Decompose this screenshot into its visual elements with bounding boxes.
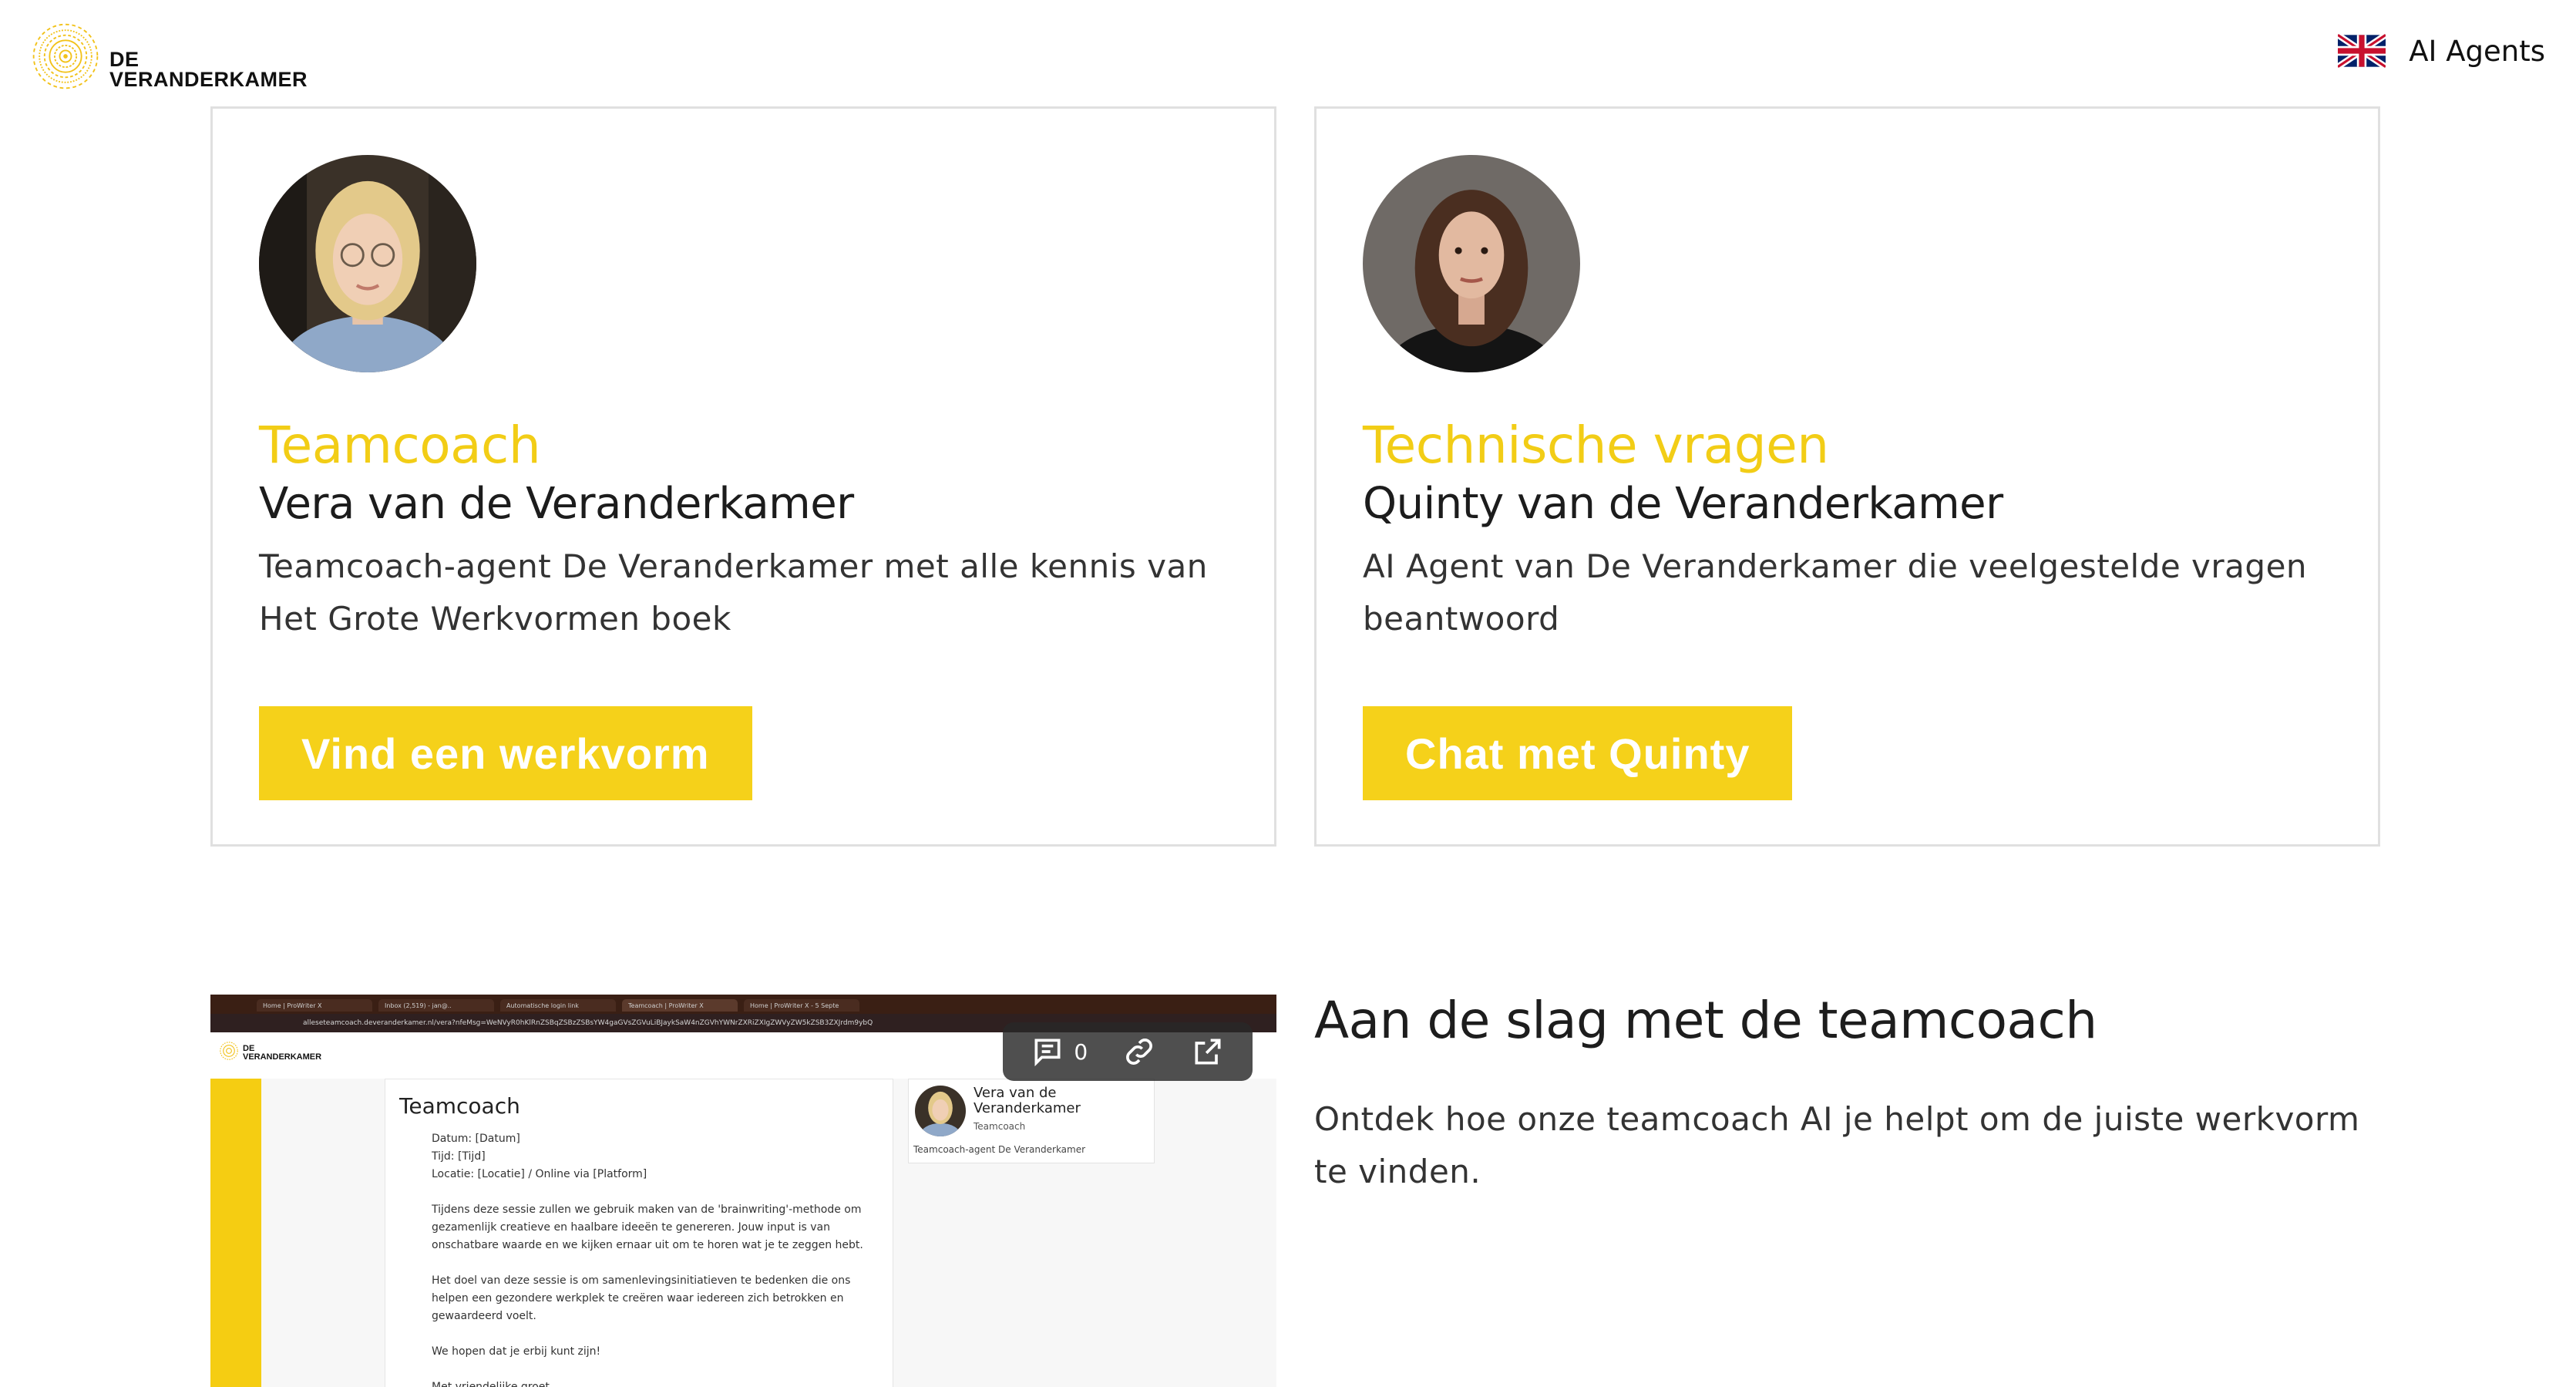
link-icon: [1125, 1039, 1152, 1065]
video-tab: Teamcoach | ProWriter X: [622, 999, 738, 1012]
video-document: Teamcoach Datum: [Datum] Tijd: [Tijd] Lo…: [385, 1079, 893, 1387]
video-toolbar: 0: [1003, 1022, 1253, 1081]
chat-quinty-button[interactable]: Chat met Quinty: [1363, 706, 1793, 800]
card-agent-name: Quinty van de Veranderkamer: [1363, 479, 2003, 529]
copy-link-button[interactable]: [1122, 1035, 1156, 1069]
card-agent-name: Vera van de Veranderkamer: [259, 479, 854, 529]
comment-count: 0: [1074, 1039, 1088, 1065]
logo-text: DE VERANDERKAMER: [109, 49, 308, 93]
nav-ai-agents[interactable]: AI Agents: [2409, 35, 2545, 68]
video-url: alleseteamcoach.deveranderkamer.nl/vera?…: [303, 1019, 873, 1027]
video-agent-role: Teamcoach: [974, 1121, 1026, 1132]
card-role: Technische vragen: [1363, 416, 1829, 475]
video-logo-text: DE VERANDERKAMER: [243, 1044, 322, 1062]
video-sidebar: [210, 1079, 261, 1387]
top-nav: AI Agents: [2338, 34, 2545, 68]
logo[interactable]: DE VERANDERKAMER: [29, 20, 308, 93]
video-tab: Inbox (2,519) - jan@..: [378, 999, 494, 1012]
video-tab: Home | ProWriter X: [257, 999, 372, 1012]
open-external-icon: [1195, 1039, 1221, 1065]
avatar-vera: [259, 155, 476, 372]
logo-sun-icon: [32, 23, 99, 89]
video-agent-avatar: [915, 1086, 966, 1136]
video-frame: DE VERANDERKAMER Teamcoach Datum: [Datum…: [210, 1032, 1276, 1387]
video-tab: Automatische login link: [500, 999, 616, 1012]
agent-card-technische-vragen: Technische vragen Quinty van de Verander…: [1314, 106, 2380, 847]
section-description: Ontdek hoe onze teamcoach AI je helpt om…: [1314, 1100, 2360, 1190]
card-description: AI Agent van De Veranderkamer die veelge…: [1363, 547, 2308, 638]
video-doc-body: Datum: [Datum] Tijd: [Tijd] Locatie: [Lo…: [432, 1133, 863, 1387]
card-description: Teamcoach-agent De Veranderkamer met all…: [259, 547, 1208, 638]
comment-icon: [1034, 1039, 1061, 1067]
comment-button[interactable]: 0: [1031, 1035, 1088, 1069]
logo-line2: VERANDERKAMER: [109, 68, 308, 91]
video-tab: Home | ProWriter X - 5 Septe: [744, 999, 859, 1012]
open-external-button[interactable]: [1191, 1035, 1225, 1069]
find-werkvorm-button[interactable]: Vind een werkvorm: [259, 706, 752, 800]
card-role: Teamcoach: [259, 416, 541, 475]
video-browser-tabs: Home | ProWriter X Inbox (2,519) - jan@.…: [210, 997, 1276, 1014]
logo-line1: DE: [109, 48, 140, 71]
section-title: Aan de slag met de teamcoach: [1314, 991, 2097, 1050]
uk-flag-icon[interactable]: [2338, 34, 2386, 68]
video-doc-title: Teamcoach: [399, 1093, 520, 1119]
logo-sun-icon: [220, 1042, 238, 1060]
video-logo: DE VERANDERKAMER: [218, 1040, 321, 1062]
agent-card-teamcoach: Teamcoach Vera van de Veranderkamer Team…: [210, 106, 1276, 847]
video-player[interactable]: Home | ProWriter X Inbox (2,519) - jan@.…: [210, 995, 1276, 1387]
video-agent-card: Vera van de Veranderkamer Teamcoach Team…: [908, 1079, 1155, 1163]
video-agent-desc: Teamcoach-agent De Veranderkamer: [913, 1144, 1086, 1155]
avatar-quinty: [1363, 155, 1580, 372]
video-agent-name: Vera van de Veranderkamer: [974, 1085, 1081, 1116]
